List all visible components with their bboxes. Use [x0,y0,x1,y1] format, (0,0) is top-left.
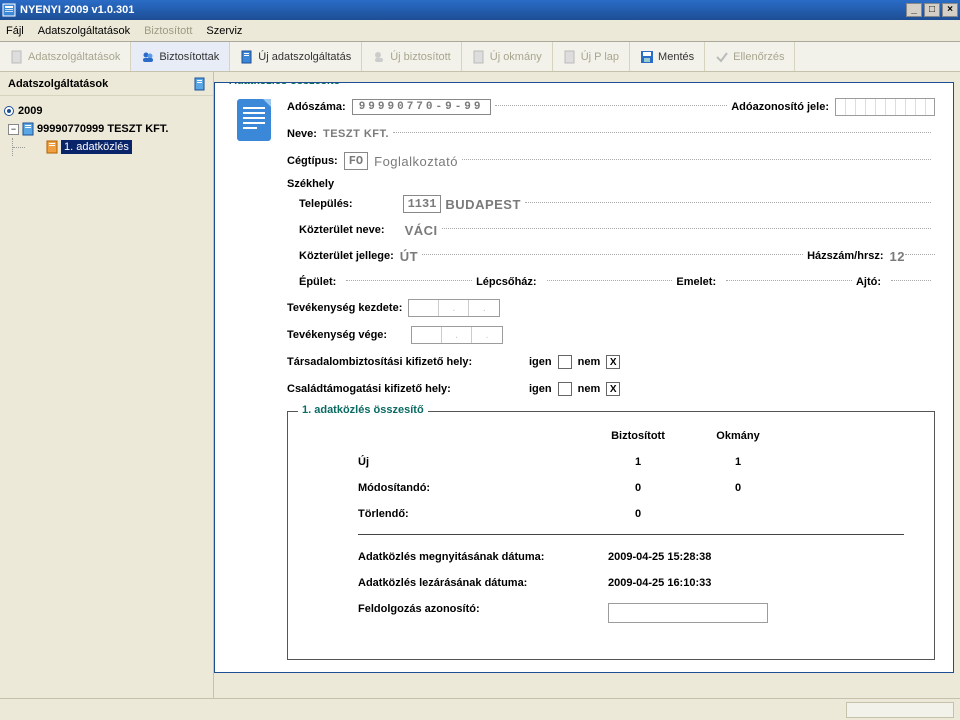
tb-igen-checkbox[interactable] [558,355,572,369]
telepules-value: BUDAPEST [445,197,521,212]
kozterulet-jellege-value: ÚT [400,249,418,264]
csalad-nem-label: nem [578,383,601,395]
status-bar [0,698,960,720]
summary-open: Adatközlés megnyitásának dátuma: 2009-04… [358,551,904,563]
adoazonosito-input[interactable] [835,98,935,116]
tree-item-adatkozles[interactable]: 1. adatközlés [4,138,209,156]
proc-id-input[interactable] [608,603,768,623]
adoszam-label: Adószáma: [287,101,346,113]
summary-row-torlendo: Törlendő: 0 [358,508,904,520]
ajto-label: Ajtó: [856,276,881,288]
doc-blue-icon [240,50,254,64]
status-cell [846,702,954,718]
maximize-button[interactable]: □ [924,3,940,17]
cegtipus-text: Foglalkoztató [374,154,458,169]
close-button[interactable]: × [942,3,958,17]
tb-nem-checkbox[interactable]: X [606,355,620,369]
summary-row-modositando: Módosítandó: 0 0 [358,482,904,494]
doc-orange-icon [46,140,58,154]
summary-row-uj: Új 1 1 [358,456,904,468]
summary-col-okmany: Okmány [688,430,788,442]
tb-ellenorzes: Ellenőrzés [705,42,795,71]
summary-close: Adatközlés lezárásának dátuma: 2009-04-2… [358,577,904,589]
radio-icon [4,106,14,116]
summary-col-bizt: Biztosított [588,430,688,442]
csalad-igen-checkbox[interactable] [558,382,572,396]
collapse-icon[interactable]: − [8,124,19,135]
neve-value: TESZT KFT. [323,128,389,140]
app-icon [2,3,16,17]
check-icon [715,50,729,64]
hazszam-value: 12 [890,249,905,264]
cegtipus-label: Cégtípus: [287,155,338,167]
kozterulet-jellege-label: Közterület jellege: [299,250,394,262]
summary-title: 1. adatközlés összesítő [298,404,428,416]
tb-mentes[interactable]: Mentés [630,42,705,71]
tree-company[interactable]: − 99990770999 TESZT KFT. [4,120,209,138]
csalad-label: Családtámogatási kifizető hely: [287,383,517,395]
sidebar-header: Adatszolgáltatások [0,72,213,96]
csalad-nem-checkbox[interactable]: X [606,382,620,396]
content-panel: Adatközlés összesítő Adószáma: 99990770-… [214,82,954,673]
summary-fieldset: 1. adatközlés összesítő Biztosított Okmá… [287,411,935,660]
tb-uj-adatszolg[interactable]: Új adatszolgáltatás [230,42,362,71]
szekhely-label: Székhely [287,178,935,190]
tb-igen-label: igen [529,356,552,368]
cegtipus-code: FO [344,152,368,170]
tevek-vege-input[interactable]: .. [411,326,503,344]
menu-service[interactable]: Szerviz [206,25,242,37]
tb-biztositottak[interactable]: Biztosítottak [131,42,230,71]
tb-uj-plap: Új P lap [553,42,630,71]
page-large-icon [235,97,273,143]
tevek-kezdete-input[interactable]: .. [408,299,500,317]
panel-title: Adatközlés összesítő [225,82,344,87]
epulet-label: Épület: [299,276,336,288]
emelet-label: Emelet: [676,276,716,288]
menu-file[interactable]: Fájl [6,25,24,37]
people-icon [141,50,155,64]
menu-insured: Biztosított [144,25,192,37]
tree: 2009 − 99990770999 TESZT KFT. 1. adatköz… [0,96,213,162]
adoszam-value: 99990770-9-99 [352,99,491,115]
doc-icon [563,50,577,64]
doc-blue-icon [22,122,34,136]
sidebar: Adatszolgáltatások 2009 − 99990770999 TE… [0,72,214,710]
csalad-igen-label: igen [529,383,552,395]
tevek-vege-label: Tevékenység vége: [287,329,387,341]
tb-label: Társadalombiztosítási kifizető hely: [287,356,517,368]
menu-bar: Fájl Adatszolgáltatások Biztosított Szer… [0,20,960,42]
irsz-value: 1131 [403,195,442,213]
tb-uj-biztositott: Új biztosított [362,42,462,71]
toolbar: Adatszolgáltatások Biztosítottak Új adat… [0,42,960,72]
telepules-label: Település: [299,198,353,210]
save-icon [640,50,654,64]
tevek-kezdete-label: Tevékenység kezdete: [287,302,402,314]
minimize-button[interactable]: _ [906,3,922,17]
tb-uj-okmany: Új okmány [462,42,553,71]
kozterulet-neve-value: VÁCI [405,223,438,238]
adoazonosito-label: Adóazonosító jele: [731,101,829,113]
doc-blue-icon[interactable] [193,77,207,91]
doc-icon [472,50,486,64]
kozterulet-neve-label: Közterület neve: [299,224,385,236]
hazszam-label: Házszám/hrsz: [807,250,883,262]
tb-adatszolg: Adatszolgáltatások [0,42,131,71]
lepcsohaz-label: Lépcsőház: [476,276,537,288]
neve-label: Neve: [287,128,317,140]
tree-year[interactable]: 2009 [4,102,209,120]
window-title: NYENYI 2009 v1.0.301 [20,4,134,16]
page-icon [10,50,24,64]
person-plus-icon [372,50,386,64]
sidebar-title: Adatszolgáltatások [8,78,108,90]
tb-nem-label: nem [578,356,601,368]
menu-services[interactable]: Adatszolgáltatások [38,25,130,37]
title-bar: NYENYI 2009 v1.0.301 _ □ × [0,0,960,20]
summary-proc: Feldolgozás azonosító: [358,603,904,623]
